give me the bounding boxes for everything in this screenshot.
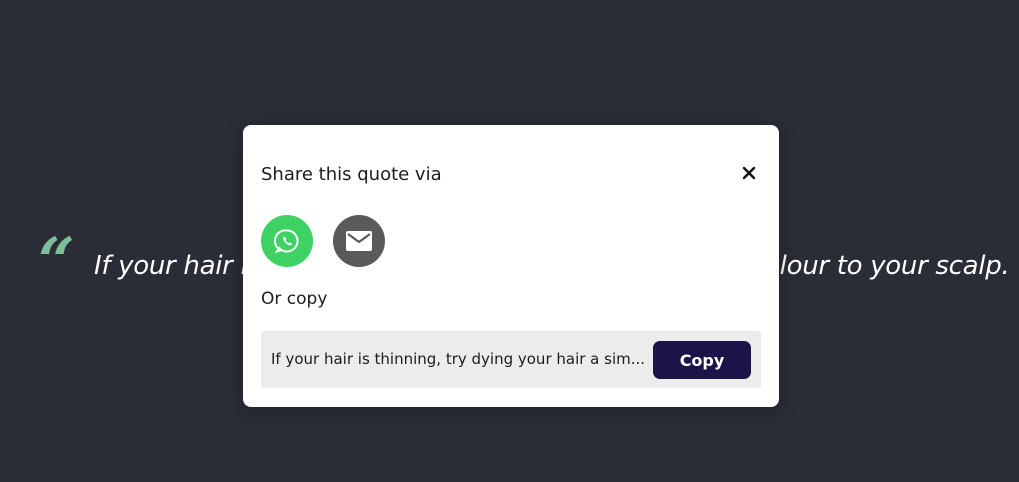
email-icon [346, 231, 372, 251]
copy-field: If your hair is thinning, try dying your… [261, 331, 761, 388]
or-copy-label: Or copy [261, 289, 328, 309]
email-share-button[interactable] [333, 215, 385, 267]
quote-mark-icon: “ [38, 224, 75, 299]
share-options [261, 215, 385, 267]
close-icon [742, 166, 756, 180]
whatsapp-share-button[interactable] [261, 215, 313, 267]
whatsapp-icon [273, 229, 299, 254]
copy-button[interactable]: Copy [653, 341, 751, 379]
modal-title: Share this quote via [261, 164, 442, 185]
close-button[interactable] [737, 161, 761, 185]
copy-field-text[interactable]: If your hair is thinning, try dying your… [271, 331, 651, 388]
page-background: “ If your hair is thinning, try dying yo… [0, 0, 1019, 482]
share-modal: Share this quote via Or copy If your hai… [243, 125, 779, 407]
